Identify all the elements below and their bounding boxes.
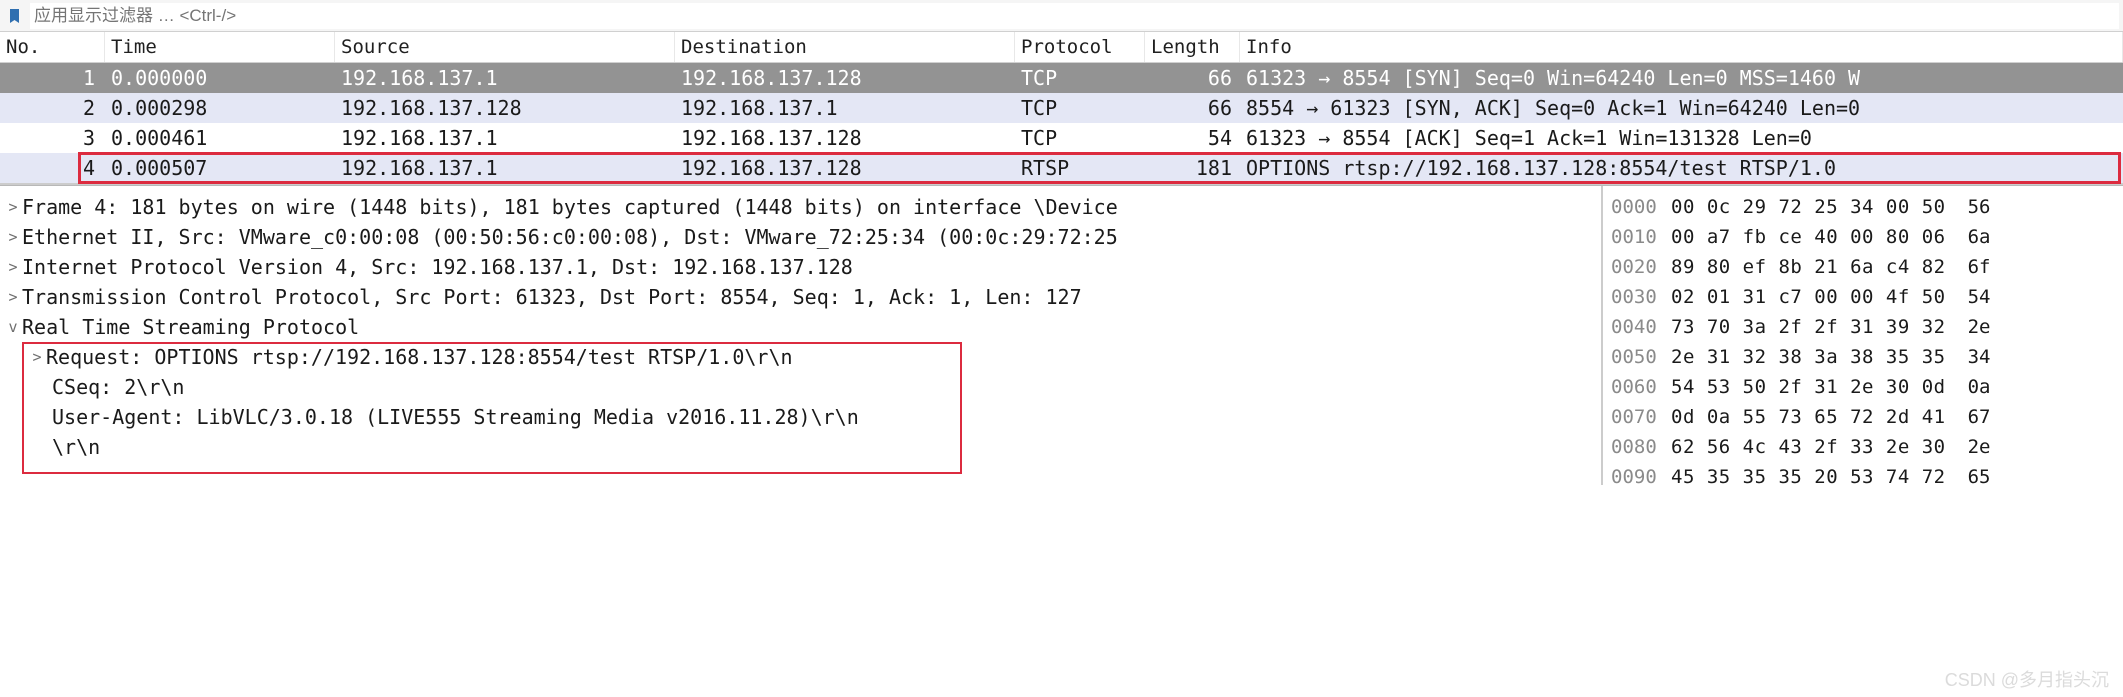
expand-icon[interactable]: > — [4, 252, 22, 282]
collapse-icon[interactable]: v — [4, 312, 22, 342]
col-info[interactable]: Info — [1240, 32, 2123, 62]
lower-panes: > Frame 4: 181 bytes on wire (1448 bits)… — [0, 185, 2123, 485]
byte-row[interactable]: 006054 53 50 2f 31 2e 30 0d0a — [1611, 372, 2115, 402]
byte-row[interactable]: 008062 56 4c 43 2f 33 2e 302e — [1611, 432, 2115, 462]
expand-icon[interactable]: > — [4, 222, 22, 252]
tree-crlf-text: \r\n — [52, 432, 100, 462]
col-destination[interactable]: Destination — [675, 32, 1015, 62]
tree-rtsp[interactable]: v Real Time Streaming Protocol — [0, 312, 1601, 342]
expand-icon[interactable]: > — [4, 282, 22, 312]
byte-row[interactable]: 00700d 0a 55 73 65 72 2d 4167 — [1611, 402, 2115, 432]
byte-row[interactable]: 002089 80 ef 8b 21 6a c4 826f — [1611, 252, 2115, 282]
tree-user-agent[interactable]: User-Agent: LibVLC/3.0.18 (LIVE555 Strea… — [0, 402, 1601, 432]
tree-uagent-text: User-Agent: LibVLC/3.0.18 (LIVE555 Strea… — [52, 402, 859, 432]
bookmark-icon[interactable] — [4, 5, 26, 27]
col-no[interactable]: No. — [0, 32, 105, 62]
tree-ethernet[interactable]: > Ethernet II, Src: VMware_c0:00:08 (00:… — [0, 222, 1601, 252]
byte-row[interactable]: 000000 0c 29 72 25 34 00 5056 — [1611, 192, 2115, 222]
expand-icon[interactable]: > — [28, 342, 46, 372]
tree-cseq[interactable]: CSeq: 2\r\n — [0, 372, 1601, 402]
packet-details-pane[interactable]: > Frame 4: 181 bytes on wire (1448 bits)… — [0, 186, 1603, 485]
display-filter-input[interactable] — [30, 3, 2119, 29]
tree-rtsp-text: Real Time Streaming Protocol — [22, 312, 359, 342]
col-source[interactable]: Source — [335, 32, 675, 62]
packet-list-header: No. Time Source Destination Protocol Len… — [0, 32, 2123, 63]
tree-tcp[interactable]: > Transmission Control Protocol, Src Por… — [0, 282, 1601, 312]
expand-icon[interactable]: > — [4, 192, 22, 222]
packet-list: No. Time Source Destination Protocol Len… — [0, 32, 2123, 185]
col-time[interactable]: Time — [105, 32, 335, 62]
tree-request[interactable]: > Request: OPTIONS rtsp://192.168.137.12… — [0, 342, 1601, 372]
byte-row[interactable]: 009045 35 35 35 20 53 74 7265 — [1611, 462, 2115, 485]
tree-crlf[interactable]: \r\n — [0, 432, 1601, 462]
tree-ip-text: Internet Protocol Version 4, Src: 192.16… — [22, 252, 853, 282]
display-filter-bar — [0, 0, 2123, 32]
packet-bytes-pane[interactable]: 000000 0c 29 72 25 34 00 5056001000 a7 f… — [1603, 186, 2123, 485]
col-protocol[interactable]: Protocol — [1015, 32, 1145, 62]
packet-row[interactable]: 30.000461192.168.137.1192.168.137.128TCP… — [0, 123, 2123, 153]
tree-frame[interactable]: > Frame 4: 181 bytes on wire (1448 bits)… — [0, 192, 1601, 222]
tree-eth-text: Ethernet II, Src: VMware_c0:00:08 (00:50… — [22, 222, 1118, 252]
tree-ip[interactable]: > Internet Protocol Version 4, Src: 192.… — [0, 252, 1601, 282]
col-length[interactable]: Length — [1145, 32, 1240, 62]
byte-row[interactable]: 00502e 31 32 38 3a 38 35 3534 — [1611, 342, 2115, 372]
byte-row[interactable]: 001000 a7 fb ce 40 00 80 066a — [1611, 222, 2115, 252]
tree-cseq-text: CSeq: 2\r\n — [52, 372, 184, 402]
tree-frame-text: Frame 4: 181 bytes on wire (1448 bits), … — [22, 192, 1118, 222]
tree-request-text: Request: OPTIONS rtsp://192.168.137.128:… — [46, 342, 793, 372]
byte-row[interactable]: 003002 01 31 c7 00 00 4f 5054 — [1611, 282, 2115, 312]
packet-row[interactable]: 40.000507192.168.137.1192.168.137.128RTS… — [0, 153, 2123, 183]
packet-row[interactable]: 10.000000192.168.137.1192.168.137.128TCP… — [0, 63, 2123, 93]
tree-tcp-text: Transmission Control Protocol, Src Port:… — [22, 282, 1082, 312]
packet-list-body[interactable]: 10.000000192.168.137.1192.168.137.128TCP… — [0, 63, 2123, 183]
packet-row[interactable]: 20.000298192.168.137.128192.168.137.1TCP… — [0, 93, 2123, 123]
byte-row[interactable]: 004073 70 3a 2f 2f 31 39 322e — [1611, 312, 2115, 342]
